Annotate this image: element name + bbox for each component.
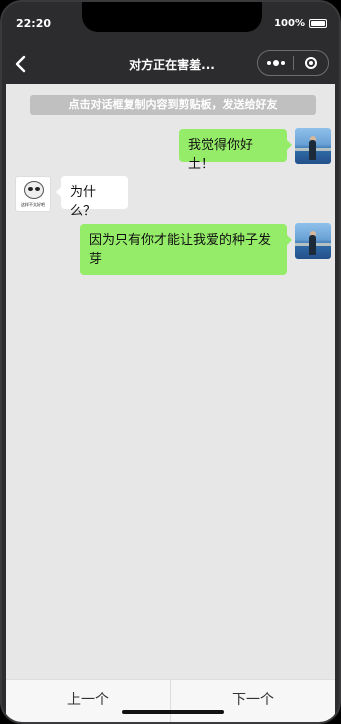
status-bar: 22:20 100% — [2, 2, 339, 44]
mini-program-capsule — [257, 50, 329, 76]
navigation-bar: 对方正在害羞... — [2, 44, 339, 84]
home-indicator — [122, 710, 224, 714]
battery-percent: 100% — [274, 18, 305, 29]
my-avatar — [295, 223, 331, 259]
contact-avatar-caption: 这样不太好吧 — [21, 202, 45, 207]
more-menu-icon[interactable] — [258, 60, 293, 66]
footer-bar: 上一个 下一个 — [6, 679, 335, 722]
status-time: 22:20 — [16, 17, 52, 30]
page-title: 对方正在害羞... — [129, 58, 215, 72]
back-arrow-icon[interactable] — [14, 55, 28, 73]
battery-indicator: 100% — [274, 18, 327, 29]
contact-avatar: 这样不太好吧 — [15, 176, 51, 212]
close-mini-program-icon[interactable] — [294, 57, 328, 69]
chat-area: 点击对话框复制内容到剪贴板，发送给好友 我觉得你好土！ 这样不太好吧 为什么？ … — [6, 84, 335, 680]
battery-icon — [309, 19, 327, 28]
copy-hint-banner: 点击对话框复制内容到剪贴板，发送给好友 — [30, 95, 316, 115]
chat-bubble-me[interactable]: 我觉得你好土！ — [179, 129, 292, 172]
chat-bubble-me[interactable]: 因为只有你才能让我爱的种子发芽 — [80, 224, 292, 275]
phone-screen: 22:20 100% 对方正在害羞... 点击对话框复制内容到剪贴板，发送给好友… — [0, 0, 341, 724]
my-avatar — [295, 128, 331, 164]
notch — [82, 2, 262, 32]
next-button[interactable]: 下一个 — [171, 680, 335, 722]
previous-button[interactable]: 上一个 — [6, 680, 170, 722]
chat-bubble-other[interactable]: 为什么？ — [56, 176, 128, 219]
